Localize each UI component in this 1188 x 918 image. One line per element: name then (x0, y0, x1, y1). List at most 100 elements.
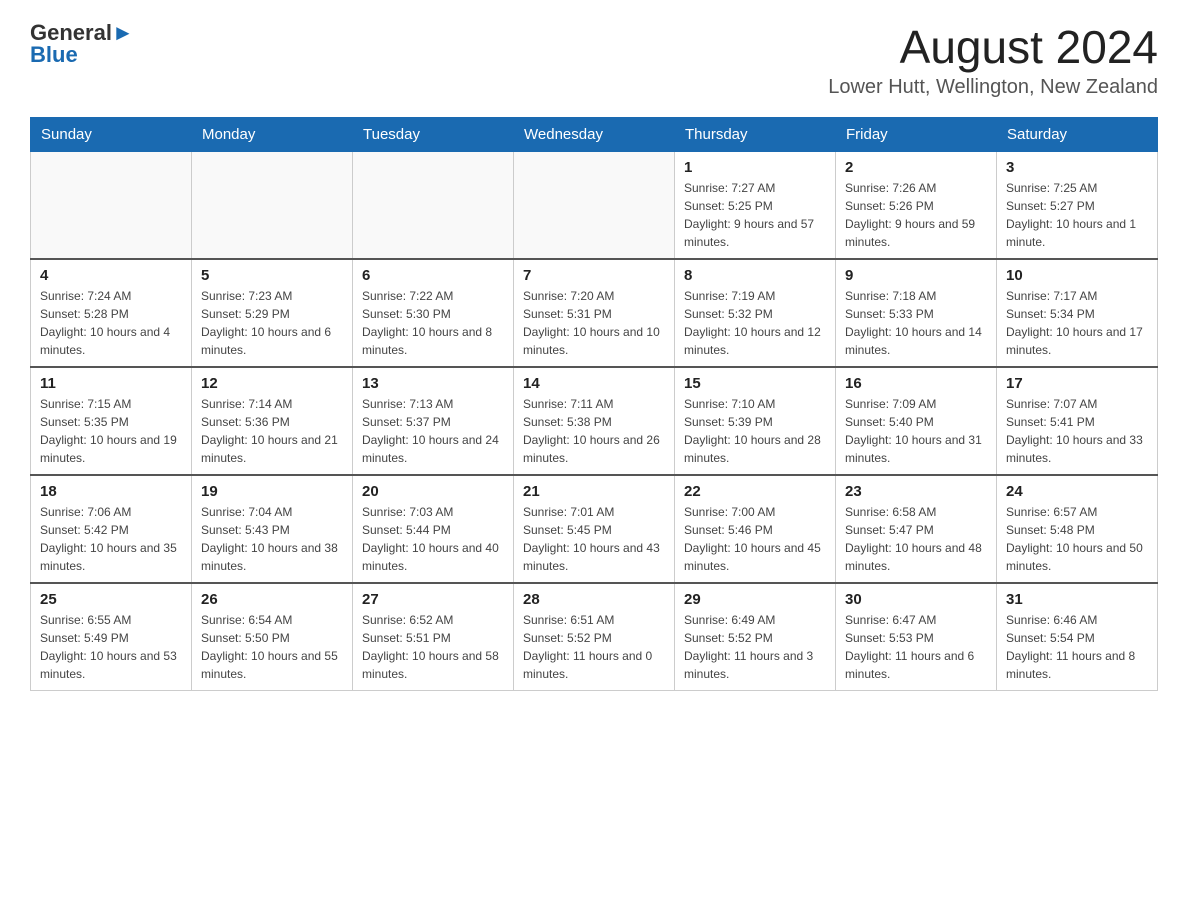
day-info: Sunrise: 6:49 AMSunset: 5:52 PMDaylight:… (684, 611, 826, 683)
day-info: Sunrise: 6:54 AMSunset: 5:50 PMDaylight:… (201, 611, 343, 683)
day-info: Sunrise: 6:47 AMSunset: 5:53 PMDaylight:… (845, 611, 987, 683)
header-tuesday: Tuesday (353, 118, 514, 152)
day-info: Sunrise: 7:04 AMSunset: 5:43 PMDaylight:… (201, 503, 343, 575)
calendar-week-row: 11 Sunrise: 7:15 AMSunset: 5:35 PMDayligh… (31, 367, 1158, 475)
day-info: Sunrise: 7:20 AMSunset: 5:31 PMDaylight:… (523, 287, 665, 359)
day-info: Sunrise: 7:18 AMSunset: 5:33 PMDaylight:… (845, 287, 987, 359)
day-info: Sunrise: 7:26 AMSunset: 5:26 PMDaylight:… (845, 179, 987, 251)
day-info: Sunrise: 6:51 AMSunset: 5:52 PMDaylight:… (523, 611, 665, 683)
day-info: Sunrise: 7:10 AMSunset: 5:39 PMDaylight:… (684, 395, 826, 467)
calendar-day: 6Sunrise: 7:22 AMSunset: 5:30 PMDaylight… (353, 259, 514, 367)
calendar-day: 25 Sunrise: 6:55 AMSunset: 5:49 PMDayligh… (31, 583, 192, 691)
calendar-day: 17 Sunrise: 7:07 AMSunset: 5:41 PMDayligh… (997, 367, 1158, 475)
calendar-day: 8 Sunrise: 7:19 AMSunset: 5:32 PMDaylight… (675, 259, 836, 367)
day-info: Sunrise: 7:17 AMSunset: 5:34 PMDaylight:… (1006, 287, 1148, 359)
day-number: 18 (40, 483, 182, 500)
calendar-day: 4 Sunrise: 7:24 AMSunset: 5:28 PMDaylight… (31, 259, 192, 367)
calendar-day (31, 152, 192, 260)
logo-blue-line: Blue (30, 42, 78, 68)
day-number: 15 (684, 375, 826, 392)
day-info: Sunrise: 7:09 AMSunset: 5:40 PMDaylight:… (845, 395, 987, 467)
day-info: Sunrise: 6:46 AMSunset: 5:54 PMDaylight:… (1006, 611, 1148, 683)
day-number: 2 (845, 159, 987, 176)
day-number: 24 (1006, 483, 1148, 500)
calendar-table: SundayMondayTuesdayWednesdayThursdayFrid… (30, 117, 1158, 691)
logo: General ► Blue (30, 20, 134, 68)
calendar-day: 20 Sunrise: 7:03 AMSunset: 5:44 PMDayligh… (353, 475, 514, 583)
calendar-day: 27 Sunrise: 6:52 AMSunset: 5:51 PMDayligh… (353, 583, 514, 691)
day-number: 10 (1006, 267, 1148, 284)
day-info: Sunrise: 6:52 AMSunset: 5:51 PMDaylight:… (362, 611, 504, 683)
day-number: 5 (201, 267, 343, 284)
calendar-day: 13 Sunrise: 7:13 AMSunset: 5:37 PMDayligh… (353, 367, 514, 475)
day-number: 20 (362, 483, 504, 500)
calendar-day: 21Sunrise: 7:01 AMSunset: 5:45 PMDayligh… (514, 475, 675, 583)
day-info: Sunrise: 7:13 AMSunset: 5:37 PMDaylight:… (362, 395, 504, 467)
day-info: Sunrise: 7:14 AMSunset: 5:36 PMDaylight:… (201, 395, 343, 467)
calendar-day: 5 Sunrise: 7:23 AMSunset: 5:29 PMDaylight… (192, 259, 353, 367)
calendar-day: 11 Sunrise: 7:15 AMSunset: 5:35 PMDayligh… (31, 367, 192, 475)
month-title: August 2024 (828, 20, 1158, 74)
calendar-header-row: SundayMondayTuesdayWednesdayThursdayFrid… (31, 118, 1158, 152)
day-number: 27 (362, 591, 504, 608)
day-number: 12 (201, 375, 343, 392)
day-number: 28 (523, 591, 665, 608)
calendar-day: 22Sunrise: 7:00 AMSunset: 5:46 PMDayligh… (675, 475, 836, 583)
day-info: Sunrise: 7:24 AMSunset: 5:28 PMDaylight:… (40, 287, 182, 359)
calendar-day: 15 Sunrise: 7:10 AMSunset: 5:39 PMDayligh… (675, 367, 836, 475)
day-number: 26 (201, 591, 343, 608)
page-header: General ► Blue August 2024 Lower Hutt, W… (30, 20, 1158, 99)
calendar-day: 10 Sunrise: 7:17 AMSunset: 5:34 PMDayligh… (997, 259, 1158, 367)
calendar-week-row: 4 Sunrise: 7:24 AMSunset: 5:28 PMDaylight… (31, 259, 1158, 367)
header-sunday: Sunday (31, 118, 192, 152)
day-info: Sunrise: 7:01 AMSunset: 5:45 PMDaylight:… (523, 503, 665, 575)
day-number: 22 (684, 483, 826, 500)
day-info: Sunrise: 7:23 AMSunset: 5:29 PMDaylight:… (201, 287, 343, 359)
calendar-day (514, 152, 675, 260)
day-number: 17 (1006, 375, 1148, 392)
day-number: 29 (684, 591, 826, 608)
day-number: 25 (40, 591, 182, 608)
calendar-day: 3 Sunrise: 7:25 AMSunset: 5:27 PMDaylight… (997, 152, 1158, 260)
day-info: Sunrise: 7:15 AMSunset: 5:35 PMDaylight:… (40, 395, 182, 467)
calendar-day: 26 Sunrise: 6:54 AMSunset: 5:50 PMDayligh… (192, 583, 353, 691)
calendar-week-row: 18Sunrise: 7:06 AMSunset: 5:42 PMDayligh… (31, 475, 1158, 583)
day-number: 7 (523, 267, 665, 284)
calendar-day: 24 Sunrise: 6:57 AMSunset: 5:48 PMDayligh… (997, 475, 1158, 583)
calendar-day: 9Sunrise: 7:18 AMSunset: 5:33 PMDaylight… (836, 259, 997, 367)
day-info: Sunrise: 7:22 AMSunset: 5:30 PMDaylight:… (362, 287, 504, 359)
day-number: 3 (1006, 159, 1148, 176)
day-number: 23 (845, 483, 987, 500)
day-number: 4 (40, 267, 182, 284)
calendar-day: 23Sunrise: 6:58 AMSunset: 5:47 PMDayligh… (836, 475, 997, 583)
day-number: 16 (845, 375, 987, 392)
day-number: 8 (684, 267, 826, 284)
title-area: August 2024 Lower Hutt, Wellington, New … (828, 20, 1158, 99)
logo-blue-text: ► (112, 20, 134, 46)
day-info: Sunrise: 6:57 AMSunset: 5:48 PMDaylight:… (1006, 503, 1148, 575)
day-info: Sunrise: 7:07 AMSunset: 5:41 PMDaylight:… (1006, 395, 1148, 467)
calendar-day: 16 Sunrise: 7:09 AMSunset: 5:40 PMDayligh… (836, 367, 997, 475)
calendar-day: 19Sunrise: 7:04 AMSunset: 5:43 PMDayligh… (192, 475, 353, 583)
day-number: 1 (684, 159, 826, 176)
header-saturday: Saturday (997, 118, 1158, 152)
calendar-day: 12 Sunrise: 7:14 AMSunset: 5:36 PMDayligh… (192, 367, 353, 475)
day-info: Sunrise: 7:25 AMSunset: 5:27 PMDaylight:… (1006, 179, 1148, 251)
calendar-day: 18Sunrise: 7:06 AMSunset: 5:42 PMDayligh… (31, 475, 192, 583)
day-info: Sunrise: 7:19 AMSunset: 5:32 PMDaylight:… (684, 287, 826, 359)
day-info: Sunrise: 6:55 AMSunset: 5:49 PMDaylight:… (40, 611, 182, 683)
day-number: 14 (523, 375, 665, 392)
day-number: 30 (845, 591, 987, 608)
calendar-day (353, 152, 514, 260)
header-thursday: Thursday (675, 118, 836, 152)
calendar-week-row: 25 Sunrise: 6:55 AMSunset: 5:49 PMDayligh… (31, 583, 1158, 691)
day-number: 13 (362, 375, 504, 392)
calendar-day: 28 Sunrise: 6:51 AMSunset: 5:52 PMDayligh… (514, 583, 675, 691)
calendar-day: 14 Sunrise: 7:11 AMSunset: 5:38 PMDayligh… (514, 367, 675, 475)
day-number: 11 (40, 375, 182, 392)
calendar-day (192, 152, 353, 260)
header-wednesday: Wednesday (514, 118, 675, 152)
day-info: Sunrise: 7:27 AMSunset: 5:25 PMDaylight:… (684, 179, 826, 251)
day-info: Sunrise: 7:03 AMSunset: 5:44 PMDaylight:… (362, 503, 504, 575)
day-info: Sunrise: 7:11 AMSunset: 5:38 PMDaylight:… (523, 395, 665, 467)
